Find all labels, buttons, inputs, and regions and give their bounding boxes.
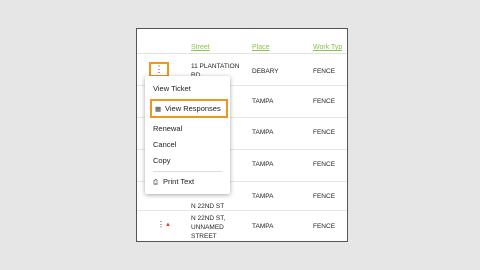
column-header-street[interactable]: Street <box>191 44 210 51</box>
work-type-cell: FENCE <box>313 98 336 105</box>
work-type-cell: FENCE <box>313 193 336 200</box>
menu-divider <box>153 171 222 172</box>
menu-item-label: Renewal <box>153 124 183 133</box>
column-header-work-type[interactable]: Work Typ <box>313 44 342 51</box>
document-icon: ▦ <box>155 106 162 113</box>
street-cell: N 22ND ST, UNNAMED STREET <box>191 215 226 240</box>
place-cell: TAMPA <box>252 193 274 200</box>
menu-item-label: Print Text <box>163 177 195 186</box>
menu-item-print-text[interactable]: ⎙ Print Text <box>153 175 226 189</box>
menu-item-renewal[interactable]: Renewal <box>153 122 226 136</box>
printer-icon: ⎙ <box>153 179 159 186</box>
row-actions-kebab-icon[interactable]: ⋮ <box>157 221 165 229</box>
work-type-cell: FENCE <box>313 68 336 75</box>
street-cell: N 22ND ST <box>191 203 225 210</box>
menu-item-view-responses[interactable]: ▦ View Responses <box>150 99 228 118</box>
column-header-place[interactable]: Place <box>252 44 270 51</box>
menu-item-label: Copy <box>153 156 171 165</box>
menu-item-copy[interactable]: Copy <box>153 154 226 168</box>
place-cell: TAMPA <box>252 161 274 168</box>
menu-item-cancel[interactable]: Cancel <box>153 138 226 152</box>
work-type-cell: FENCE <box>313 223 336 230</box>
place-cell: TAMPA <box>252 223 274 230</box>
row-actions-kebab-icon[interactable]: ⋮ <box>149 62 169 77</box>
place-cell: TAMPA <box>252 129 274 136</box>
menu-item-label: View Responses <box>165 104 221 113</box>
work-type-cell: FENCE <box>313 161 336 168</box>
work-type-cell: FENCE <box>313 129 336 136</box>
menu-item-view-ticket[interactable]: View Ticket <box>153 82 226 96</box>
table-row: ⋮ ▲ N 22ND ST, UNNAMED STREET TAMPA FENC… <box>137 211 347 241</box>
caret-up-icon[interactable]: ▲ <box>165 222 171 228</box>
place-cell: DEBARY <box>252 68 279 75</box>
menu-item-label: View Ticket <box>153 84 191 93</box>
menu-item-label: Cancel <box>153 140 177 149</box>
row-actions-menu: View Ticket ▦ View Responses Renewal Canc… <box>145 76 230 194</box>
table-header: Street Place Work Typ <box>137 29 347 54</box>
place-cell: TAMPA <box>252 98 274 105</box>
